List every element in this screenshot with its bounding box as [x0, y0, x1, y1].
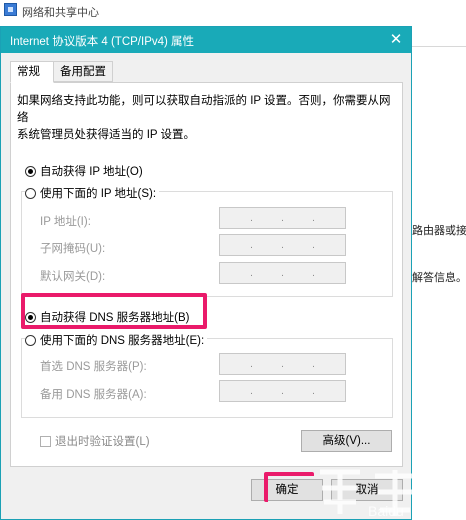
validate-on-exit-option[interactable]: 退出时验证设置(L) — [40, 433, 150, 449]
subnet-mask-input[interactable]: ... — [219, 234, 346, 256]
advanced-button[interactable]: 高级(V)... — [301, 430, 392, 452]
dialog-titlebar[interactable]: Internet 协议版本 4 (TCP/IPv4) 属性 ✕ — [1, 27, 411, 53]
tab-alternate-configuration[interactable]: 备用配置 — [53, 61, 113, 82]
default-gateway-label: 默认网关(D): — [40, 271, 106, 283]
background-text-answers: 解答信息。 — [412, 272, 466, 284]
ip-address-label: IP 地址(I): — [40, 216, 91, 228]
ip-manual-option[interactable]: 使用下面的 IP 地址(S): — [25, 185, 160, 201]
background-window-content: 路由器或接 解答信息。 — [412, 0, 466, 520]
ip-manual-label: 使用下面的 IP 地址(S): — [40, 188, 157, 200]
validate-on-exit-label: 退出时验证设置(L) — [55, 436, 150, 448]
tcpip-properties-dialog: Internet 协议版本 4 (TCP/IPv4) 属性 ✕ 常规 备用配置 … — [0, 26, 412, 520]
dns-manual-option[interactable]: 使用下面的 DNS 服务器地址(E): — [25, 332, 208, 348]
watermark-logo: Baidu — [320, 469, 460, 519]
alternate-dns-input[interactable]: ... — [219, 380, 346, 402]
preferred-dns-input[interactable]: ... — [219, 353, 346, 375]
subnet-mask-label: 子网掩码(U): — [40, 243, 106, 255]
background-window-titlebar: 网络和共享中心 — [0, 0, 466, 22]
description-line-1: 如果网络支持此功能，则可以获取自动指派的 IP 设置。否则，你需要从网络 — [17, 95, 391, 124]
ip-address-input[interactable]: ... — [219, 207, 346, 229]
background-text-router: 路由器或接 — [412, 225, 466, 237]
dns-manual-label: 使用下面的 DNS 服务器地址(E): — [40, 335, 205, 347]
alternate-dns-label: 备用 DNS 服务器(A): — [40, 389, 147, 401]
description-line-2: 系统管理员处获得适当的 IP 设置。 — [17, 129, 196, 141]
tab-general[interactable]: 常规 — [10, 61, 54, 83]
close-button[interactable]: ✕ — [385, 29, 407, 51]
validate-on-exit-checkbox[interactable] — [40, 435, 51, 447]
divider — [410, 46, 466, 47]
watermark-text: Baidu — [368, 503, 404, 519]
dns-settings-group — [21, 338, 393, 418]
ip-auto-label: 自动获得 IP 地址(O) — [40, 166, 143, 178]
default-gateway-input[interactable]: ... — [219, 262, 346, 284]
ip-auto-option[interactable]: 自动获得 IP 地址(O) — [25, 163, 143, 179]
background-window-title: 网络和共享中心 — [22, 7, 99, 19]
ip-auto-radio[interactable] — [25, 165, 36, 177]
ip-manual-radio[interactable] — [25, 187, 36, 199]
dns-manual-radio[interactable] — [25, 334, 36, 346]
preferred-dns-label: 首选 DNS 服务器(P): — [40, 361, 147, 373]
network-icon — [4, 3, 17, 16]
dns-auto-highlight — [21, 293, 207, 329]
description: 如果网络支持此功能，则可以获取自动指派的 IP 设置。否则，你需要从网络 系统管… — [17, 93, 397, 144]
dialog-title: Internet 协议版本 4 (TCP/IPv4) 属性 — [10, 36, 195, 48]
